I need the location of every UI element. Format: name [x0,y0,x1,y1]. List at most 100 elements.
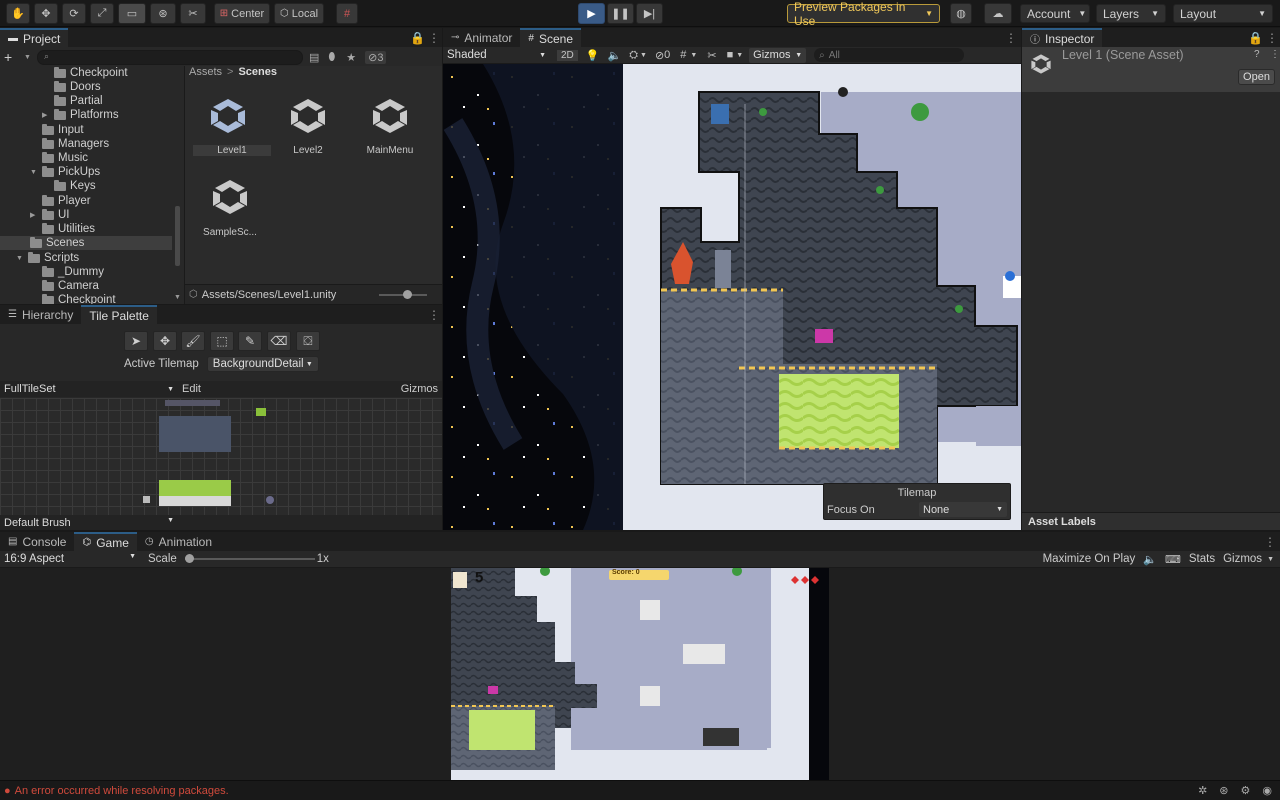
kebab-menu-icon[interactable]: ⋮ [1266,31,1278,45]
scale-slider[interactable] [184,554,315,564]
eraser-icon[interactable]: ⌫ [267,331,291,351]
asset-item-samplescene[interactable] [207,174,253,223]
scene-canvas[interactable]: Tilemap Focus On None ▼ [443,64,1021,530]
grid-toggle-icon[interactable]: # [680,49,686,61]
lock-icon[interactable]: 🔒 [1248,31,1263,45]
pivot-local-button[interactable]: ⬡ Local [274,3,324,24]
move-tool-icon[interactable]: ✥ [34,3,58,24]
rect-tool-icon[interactable]: ▭ [118,3,146,24]
cloud-icon[interactable]: ☁ [984,3,1012,24]
step-button[interactable]: ▶| [636,3,663,24]
maximize-on-play-toggle[interactable]: Maximize On Play [1043,553,1136,565]
tab-animator[interactable]: ⊸ Animator [443,28,520,47]
tab-game[interactable]: ⌬ Game [74,532,137,551]
label-filter-icon[interactable]: ⬮ [328,51,335,64]
breadcrumb-current[interactable]: Scenes [238,66,277,78]
active-tilemap-dropdown[interactable]: BackgroundDetail ▼ [206,356,319,372]
chevron-down-icon[interactable]: ▼ [1267,556,1274,563]
tree-item[interactable]: _Dummy [42,265,104,279]
palette-tile-block[interactable] [159,496,231,506]
scene-search-input[interactable]: ⌕ All [814,48,965,62]
tab-inspector[interactable]: ⓘ Inspector [1022,28,1103,47]
tree-scrollbar[interactable] [175,206,180,266]
gizmos-dropdown[interactable]: Gizmos ▼ [749,47,807,63]
help-icon[interactable]: ? [1254,49,1260,60]
kebab-menu-icon[interactable]: ⋮ [1264,535,1276,549]
tree-item[interactable]: ▼ PickUps [30,165,100,179]
asset-item-mainmenu[interactable] [367,93,413,142]
breadcrumb-root[interactable]: Assets [189,66,222,78]
chevron-down-icon[interactable]: ▼ [24,54,31,61]
transform-tool-icon[interactable]: ⊛ [150,3,176,24]
paint-brush-icon[interactable]: 🖌 [181,331,205,351]
filter-type-icon[interactable]: ▤ [309,51,319,64]
notifications-icon[interactable]: ◉ [1262,784,1272,797]
fill-bucket-icon[interactable]: ⛋ [296,331,320,351]
brush-dropdown[interactable]: Default Brush ▼ [0,517,178,529]
focus-on-dropdown[interactable]: None ▼ [919,502,1007,517]
pause-button[interactable]: ❚❚ [607,3,634,24]
tree-item[interactable]: Managers [42,137,109,151]
stats-toggle[interactable]: Stats [1189,553,1215,565]
debug-icon[interactable]: ✲ [1198,784,1207,797]
chevron-right-icon[interactable]: ▶ [42,111,50,119]
camera-icon[interactable]: ■ [727,49,734,61]
tree-item[interactable]: Doors [54,80,101,94]
tree-item[interactable]: Input [42,123,84,137]
open-button[interactable]: Open [1238,69,1275,85]
add-button[interactable]: + [4,49,24,65]
palette-tile-block[interactable] [159,480,231,496]
asset-item-level1[interactable] [205,93,251,142]
pivot-center-button[interactable]: ⊞ Center [214,3,270,24]
bug-report-icon[interactable]: ⚙ [1241,784,1251,797]
favorite-star-icon[interactable]: ★ [346,51,356,64]
tree-item[interactable]: ▶ Platforms [42,108,119,122]
box-fill-icon[interactable]: ⬚ [210,331,234,351]
tab-hierarchy[interactable]: ☰ Hierarchy [0,305,81,324]
rotate-tool-icon[interactable]: ⟳ [62,3,86,24]
tab-scene[interactable]: # Scene [520,28,582,47]
palette-dropdown[interactable]: FullTileSet ▼ [0,381,178,397]
tab-project[interactable]: ▬ Project [0,28,69,47]
icon-size-slider-thumb[interactable] [403,290,412,299]
tree-item[interactable]: Partial [54,94,103,108]
tree-item[interactable]: Checkpoint [54,66,128,80]
tree-item[interactable]: Utilities [42,222,95,236]
tree-item[interactable]: ▶ UI [30,208,70,222]
tools-icon[interactable]: ✂ [707,49,716,62]
effects-icon[interactable]: ⛭ [629,49,638,62]
scale-slider-thumb[interactable] [184,554,194,563]
custom-tool-icon[interactable]: ✂ [180,3,206,24]
chevron-right-icon[interactable]: ▶ [30,211,38,219]
tree-item[interactable]: Keys [54,179,96,193]
progress-icon[interactable]: ⊛ [1219,784,1228,797]
tree-item-selected[interactable]: Scenes [0,236,172,250]
services-icon[interactable]: ◍ [950,3,972,24]
visibility-icon[interactable]: ⊘ [655,49,664,62]
layout-dropdown[interactable]: Layout ▼ [1173,4,1273,23]
game-gizmos-toggle[interactable]: Gizmos [1223,553,1262,565]
audio-icon[interactable]: 🔈 [608,49,622,62]
hand-tool-icon[interactable]: ✋ [6,3,30,24]
chevron-down-icon[interactable]: ▼ [640,52,647,59]
asset-labels-header[interactable]: Asset Labels [1022,512,1280,530]
chevron-down-icon[interactable]: ▼ [736,52,743,59]
tab-tile-palette[interactable]: Tile Palette [81,305,157,324]
asset-item-level2[interactable] [285,93,331,142]
tab-console[interactable]: ▤ Console [0,532,74,551]
palette-edit-button[interactable]: Edit [182,383,201,395]
kebab-menu-icon[interactable]: ⋮ [428,31,440,45]
select-tool-icon[interactable]: ➤ [124,331,148,351]
preview-packages-dropdown[interactable]: Preview Packages in Use ▼ [787,0,940,28]
status-error-message[interactable]: An error occurred while resolving packag… [15,785,229,797]
2d-toggle[interactable]: 2D [557,49,578,61]
palette-tile-block[interactable] [159,416,231,452]
keyboard-icon[interactable]: ⌨ [1165,553,1181,566]
palette-tile[interactable] [143,496,150,503]
move-tool-icon[interactable]: ✥ [153,331,177,351]
scale-tool-icon[interactable]: ⤢ [90,3,114,24]
grid-snap-icon[interactable]: # [336,3,358,24]
kebab-menu-icon[interactable]: ⋮ [1270,49,1280,60]
palette-grid[interactable] [0,398,442,515]
palette-gizmos-button[interactable]: Gizmos [401,383,438,395]
